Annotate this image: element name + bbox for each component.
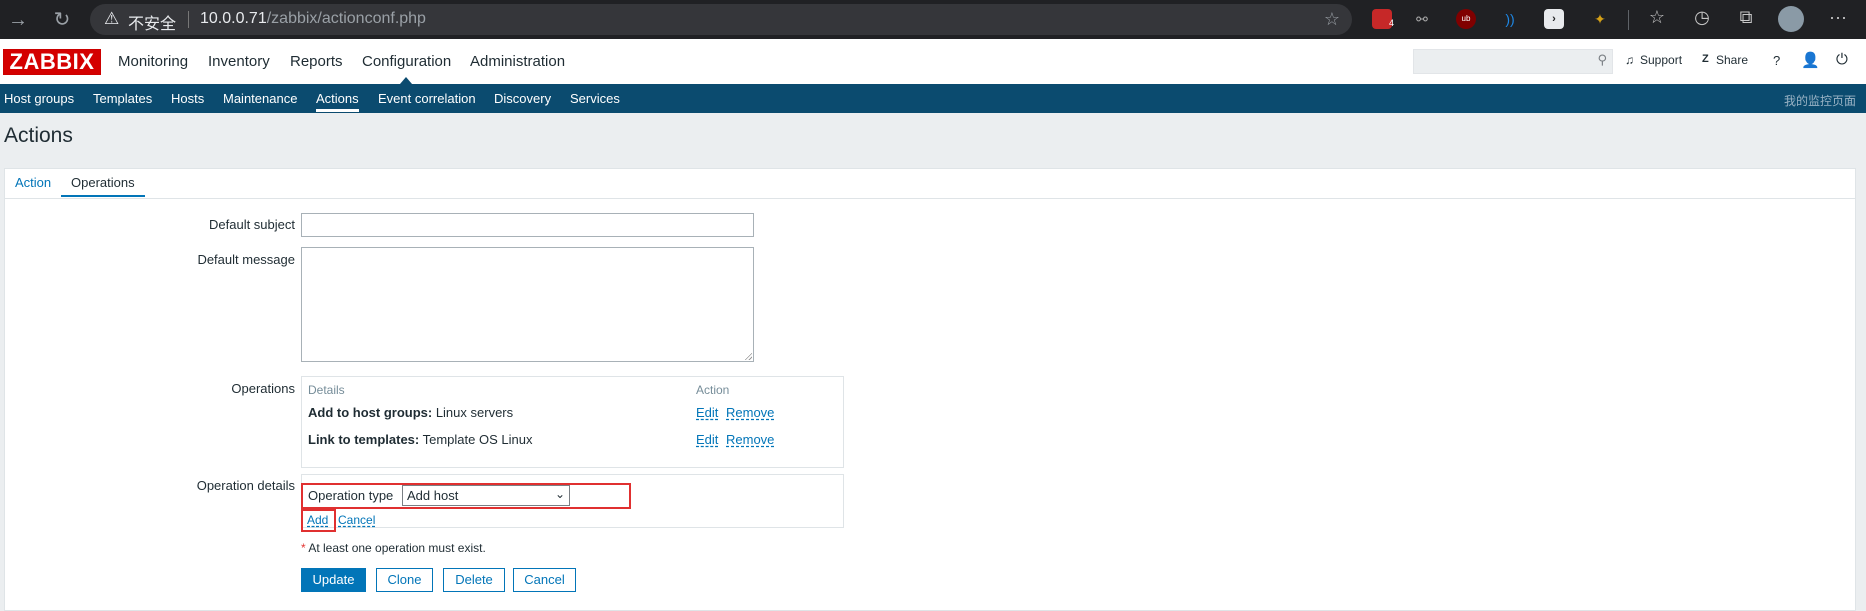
help-link[interactable]: ?: [1773, 53, 1780, 68]
operation-row-2-key: Link to templates:: [308, 432, 420, 447]
address-separator: [188, 11, 189, 28]
operation-row-2-edit-link[interactable]: Edit: [696, 432, 718, 447]
subnav-actions[interactable]: Actions: [316, 91, 359, 112]
sign-out-icon[interactable]: ⏻: [1836, 51, 1848, 68]
favorites-icon[interactable]: ☆: [1645, 7, 1669, 28]
menu-configuration[interactable]: Configuration: [362, 53, 451, 70]
zabbix-header: ZABBIX Monitoring Inventory Reports Conf…: [0, 39, 1866, 84]
details-column-header: Details: [308, 383, 345, 397]
sub-navigation: Host groups Templates Hosts Maintenance …: [0, 84, 1866, 113]
subnav-event-correlation[interactable]: Event correlation: [378, 91, 476, 106]
history-icon[interactable]: ◷: [1690, 7, 1714, 28]
refresh-icon[interactable]: ↻: [50, 8, 74, 32]
collections-icon[interactable]: ⧉: [1734, 7, 1758, 28]
search-icon[interactable]: ⚲: [1597, 52, 1607, 68]
operation-row-1-remove-link[interactable]: Remove: [726, 405, 774, 420]
update-button[interactable]: Update: [301, 568, 366, 592]
zabbix-logo[interactable]: ZABBIX: [3, 49, 101, 75]
form-tabs: Action Operations: [5, 169, 1855, 199]
clone-button[interactable]: Clone: [376, 568, 433, 592]
delete-button[interactable]: Delete: [443, 568, 505, 592]
subnav-hosts[interactable]: Hosts: [171, 91, 204, 106]
wifi-extension-icon[interactable]: )): [1500, 9, 1520, 29]
share-extension-icon[interactable]: ›: [1544, 9, 1564, 29]
default-subject-label: Default subject: [209, 217, 295, 232]
default-subject-input[interactable]: [301, 213, 754, 237]
support-icon: ♫: [1625, 53, 1634, 67]
profile-avatar[interactable]: [1778, 6, 1804, 32]
chevron-down-icon: ⌄: [554, 487, 565, 501]
operation-row-1-value: Linux servers: [432, 405, 514, 420]
extension-badge: 4: [1388, 18, 1394, 28]
menu-inventory[interactable]: Inventory: [208, 53, 270, 70]
required-operation-note: * At least one operation must exist.: [301, 541, 486, 555]
forward-icon[interactable]: →: [6, 8, 30, 32]
more-menu-icon[interactable]: ···: [1826, 7, 1850, 28]
share-icon: Z: [1702, 53, 1709, 65]
ublock-label: ub: [1461, 14, 1471, 23]
tab-operations[interactable]: Operations: [71, 175, 135, 190]
subnav-discovery[interactable]: Discovery: [494, 91, 551, 106]
browser-toolbar: → ↻ ⚠ 不安全 10.0.0.71/zabbix/actionconf.ph…: [0, 0, 1866, 39]
my-dashboard-link[interactable]: 我的监控页面: [1784, 92, 1856, 109]
link-extension-icon[interactable]: ⚯: [1412, 9, 1432, 29]
operation-row-2-details: Link to templates: Template OS Linux: [308, 432, 532, 447]
page-title: Actions: [4, 124, 73, 147]
operation-type-label: Operation type: [308, 488, 394, 503]
operation-add-link[interactable]: Add: [307, 513, 328, 527]
menu-monitoring[interactable]: Monitoring: [118, 53, 188, 70]
action-form-panel: Action Operations Default subject Defaul…: [4, 168, 1856, 611]
url-path: /zabbix/actionconf.php: [266, 10, 426, 27]
subnav-services[interactable]: Services: [570, 91, 620, 106]
address-bar[interactable]: ⚠ 不安全 10.0.0.71/zabbix/actionconf.php ☆: [90, 4, 1352, 35]
warning-icon: ⚠: [104, 9, 120, 28]
favorite-star-icon[interactable]: ☆: [1324, 9, 1340, 30]
support-link[interactable]: Support: [1640, 53, 1682, 67]
default-message-textarea[interactable]: [301, 247, 754, 362]
cancel-button[interactable]: Cancel: [513, 568, 576, 592]
operation-row-2-value: Template OS Linux: [419, 432, 533, 447]
action-column-header: Action: [696, 383, 730, 397]
user-profile-icon[interactable]: 👤: [1801, 51, 1820, 69]
active-menu-caret: [400, 77, 412, 84]
subnav-host-groups[interactable]: Host groups: [4, 91, 74, 106]
menu-administration[interactable]: Administration: [470, 53, 565, 70]
puzzle-extension-icon[interactable]: ✦: [1590, 9, 1610, 29]
url-host: 10.0.0.71: [200, 10, 267, 27]
toolbar-separator: [1628, 10, 1629, 30]
subnav-templates[interactable]: Templates: [93, 91, 152, 106]
operation-details-label: Operation details: [196, 478, 295, 493]
url-text: 10.0.0.71/zabbix/actionconf.php: [200, 10, 426, 28]
operation-type-select[interactable]: Add host ⌄: [402, 485, 570, 506]
insecure-label: 不安全: [128, 16, 177, 33]
operations-label: Operations: [231, 381, 295, 396]
operation-type-value: Add host: [407, 488, 459, 503]
share-link[interactable]: Share: [1716, 53, 1748, 67]
operation-row-1-edit-link[interactable]: Edit: [696, 405, 718, 420]
operation-row-1-details: Add to host groups: Linux servers: [308, 405, 513, 420]
active-tab-underline: [61, 195, 145, 197]
operation-row-1-key: Add to host groups:: [308, 405, 433, 420]
ublock-icon[interactable]: ub: [1456, 9, 1476, 29]
tab-action[interactable]: Action: [15, 175, 51, 190]
subnav-maintenance[interactable]: Maintenance: [223, 91, 297, 106]
resize-handle-icon[interactable]: [744, 352, 752, 360]
search-input[interactable]: ⚲: [1413, 49, 1613, 74]
operation-cancel-link[interactable]: Cancel: [338, 513, 375, 527]
operations-table: Details Action Add to host groups: Linux…: [301, 376, 844, 468]
required-asterisk: *: [301, 541, 306, 555]
required-operation-text: At least one operation must exist.: [308, 541, 486, 555]
menu-reports[interactable]: Reports: [290, 53, 343, 70]
default-message-label: Default message: [197, 252, 295, 267]
operation-row-2-remove-link[interactable]: Remove: [726, 432, 774, 447]
extension-icon[interactable]: 4: [1372, 9, 1394, 29]
